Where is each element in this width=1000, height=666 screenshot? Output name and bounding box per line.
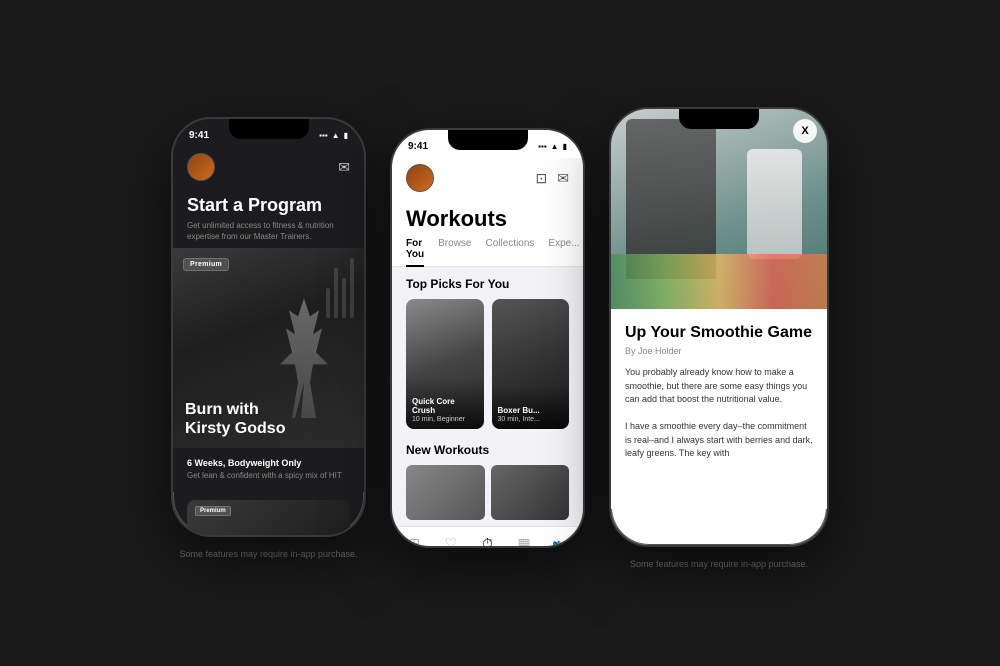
phone2-notch	[448, 130, 528, 150]
phone2-bottom-nav: ⊞ Feed ♡ Activity ⏱ Workouts ▦ Programs …	[392, 526, 583, 548]
p2-shop-icon: 👟	[552, 535, 569, 548]
phone3-close-button[interactable]: X	[793, 119, 817, 143]
phone1-battery-icon: ▮	[344, 131, 348, 140]
phone2-status-icons: ▪▪▪ ▲ ▮	[538, 142, 567, 151]
phone1-signal-icon: ▪▪▪	[319, 131, 328, 140]
phone3-article-author: By Joe Holder	[625, 346, 813, 356]
phone2-header: ⊡ ✉	[392, 158, 583, 198]
phone2-card1-subtitle: 10 min, Beginner	[412, 416, 478, 423]
phone1-hero: Premium Burn with Kirsty Godso	[173, 248, 364, 448]
phone1-hero-desc: Get lean & confident with a spicy mix of…	[187, 471, 350, 481]
phone2-card1-text: Quick Core Crush 10 min, Beginner	[406, 377, 484, 429]
phone1-header: ✉	[173, 147, 364, 187]
phone3-article-body: You probably already know how to make a …	[625, 366, 813, 461]
phone1-mail-icon[interactable]: ✉	[338, 159, 350, 176]
gym-bar-1	[326, 288, 330, 318]
phone1-notch	[229, 119, 309, 139]
p2-programs-icon: ▦	[517, 535, 530, 548]
tab-collections[interactable]: Collections	[486, 238, 535, 266]
phone1-second-card[interactable]: Premium	[187, 500, 350, 537]
gym-bars-decoration	[326, 258, 354, 318]
phone1-title-section: Start a Program Get unlimited access to …	[173, 187, 364, 248]
p2-feed-icon: ⊞	[408, 535, 420, 548]
gym-bar-4	[350, 258, 354, 318]
phone3: X Up Your Smoothie Game By Joe Holder Yo…	[609, 107, 829, 547]
phone2-card2-title: Boxer Bu...	[498, 406, 564, 416]
phone2-new-workouts-row	[406, 465, 569, 520]
phone2-top-picks-section: Top Picks For You Quick Core Crush 10 mi…	[392, 267, 583, 435]
phone1-wifi-icon: ▲	[332, 131, 340, 140]
phone3-article-content: Up Your Smoothie Game By Joe Holder You …	[611, 309, 827, 509]
phone2-cards-row: Quick Core Crush 10 min, Beginner Boxer …	[406, 299, 569, 429]
phone3-article-p1: You probably already know how to make a …	[625, 366, 813, 407]
phone2-tabs: For You Browse Collections Expe...	[392, 232, 583, 267]
phone1-main-title: Start a Program	[187, 195, 350, 216]
phone2-nav-activity[interactable]: ♡ Activity	[433, 535, 470, 548]
phone1-description: Get unlimited access to fitness & nutrit…	[187, 220, 350, 242]
phone2: 9:41 ▪▪▪ ▲ ▮ ⊡ ✉ Workouts	[390, 128, 585, 548]
phone1-hero-text: Burn with Kirsty Godso	[185, 400, 352, 438]
phone1-subtitle-block: 6 Weeks, Bodyweight Only Get lean & conf…	[173, 448, 364, 491]
p3-fruits	[611, 254, 827, 309]
phone1-premium-badge: Premium	[183, 258, 229, 271]
phone2-card2-text: Boxer Bu... 30 min, Inte...	[492, 386, 570, 429]
gym-bar-3	[342, 278, 346, 318]
phone1-avatar[interactable]	[187, 153, 215, 181]
phone2-top-picks-title: Top Picks For You	[406, 277, 569, 291]
tab-for-you[interactable]: For You	[406, 238, 424, 266]
phone2-wrapper: 9:41 ▪▪▪ ▲ ▮ ⊡ ✉ Workouts	[390, 128, 585, 548]
phone2-new-card2[interactable]	[491, 465, 570, 520]
p2-workouts-icon: ⏱	[482, 535, 493, 548]
phone2-new-workouts-section: New Workouts	[392, 435, 583, 526]
phone2-title-row: Workouts	[392, 198, 583, 232]
phone1-premium-badge2: Premium	[195, 506, 231, 516]
p2-activity-icon: ♡	[445, 535, 458, 548]
phone2-signal-icon: ▪▪▪	[538, 142, 547, 151]
phone3-footer-note: Some features may require in-app purchas…	[630, 559, 808, 569]
phone2-mail-icon[interactable]: ✉	[557, 170, 569, 187]
phone2-card1-title: Quick Core Crush	[412, 397, 478, 416]
phone2-nav-workouts[interactable]: ⏱ Workouts	[469, 535, 506, 548]
tab-expert[interactable]: Expe...	[548, 238, 579, 266]
phone2-main-title: Workouts	[406, 206, 569, 232]
phone1-wrapper: 9:41 ▪▪▪ ▲ ▮ ✉ Start a Program Get unlim…	[171, 117, 366, 559]
phone2-avatar[interactable]	[406, 164, 434, 192]
phone1-duration: 6 Weeks, Bodyweight Only	[187, 458, 350, 468]
phone3-article-p2: I have a smoothie every day–the commitme…	[625, 420, 813, 461]
phone2-card2[interactable]: Boxer Bu... 30 min, Inte...	[492, 299, 570, 429]
tab-browse[interactable]: Browse	[438, 238, 471, 266]
phone3-wrapper: X Up Your Smoothie Game By Joe Holder Yo…	[609, 107, 829, 569]
phone1-hero-title: Burn with Kirsty Godso	[185, 400, 352, 438]
phone2-wifi-icon: ▲	[551, 142, 559, 151]
phone1: 9:41 ▪▪▪ ▲ ▮ ✉ Start a Program Get unlim…	[171, 117, 366, 537]
phone2-card2-subtitle: 30 min, Inte...	[498, 416, 564, 423]
phones-container: 9:41 ▪▪▪ ▲ ▮ ✉ Start a Program Get unlim…	[0, 87, 1000, 579]
phone3-hero-img: X	[611, 109, 827, 309]
bookmark-icon[interactable]: ⊡	[536, 170, 548, 187]
phone3-article-title: Up Your Smoothie Game	[625, 323, 813, 342]
phone2-nav-programs[interactable]: ▦ Programs	[506, 535, 543, 548]
phone2-card1[interactable]: Quick Core Crush 10 min, Beginner	[406, 299, 484, 429]
gym-bar-2	[334, 268, 338, 318]
phone3-notch	[679, 109, 759, 129]
phone1-time: 9:41	[189, 130, 209, 141]
p3-blender	[747, 149, 802, 259]
phone2-time: 9:41	[408, 141, 428, 152]
phone2-nav-shop[interactable]: 👟 Shop	[542, 535, 579, 548]
phone2-new-card1[interactable]	[406, 465, 485, 520]
phone2-header-icons: ⊡ ✉	[536, 170, 569, 187]
phone2-nav-feed[interactable]: ⊞ Feed	[396, 535, 433, 548]
phone1-status-icons: ▪▪▪ ▲ ▮	[319, 131, 348, 140]
phone2-new-workouts-title: New Workouts	[406, 443, 569, 457]
phone1-footer-note: Some features may require in-app purchas…	[179, 549, 357, 559]
phone2-battery-icon: ▮	[563, 142, 567, 151]
